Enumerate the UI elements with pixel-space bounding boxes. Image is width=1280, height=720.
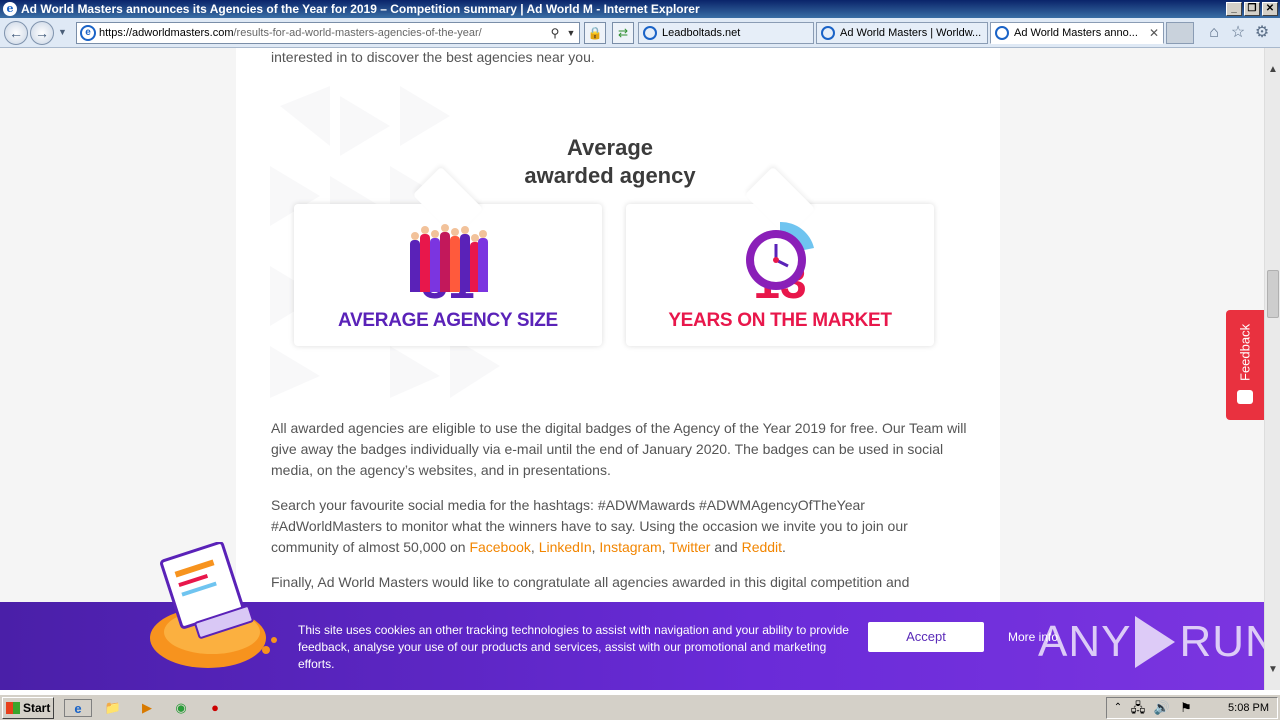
close-tab-icon[interactable]: ✕ — [1149, 26, 1159, 40]
browser-toolbar: ← → ▼ e https://adworldmasters.com/resul… — [0, 18, 1280, 48]
scroll-down-icon[interactable]: ▼ — [1265, 662, 1280, 678]
volume-icon[interactable]: 🔊 — [1153, 699, 1171, 717]
lock-icon[interactable]: 🔒 — [584, 22, 606, 44]
folder-icon[interactable]: 📁 — [104, 699, 122, 717]
restore-button[interactable]: ❐ — [1244, 2, 1260, 16]
tab-leadboltads[interactable]: Leadboltads.net — [638, 22, 814, 44]
tab-label: Leadboltads.net — [662, 27, 741, 39]
taskbar-clock[interactable]: 5:08 PM — [1228, 702, 1269, 714]
tab-ad-world-masters[interactable]: Ad World Masters | Worldw... — [816, 22, 988, 44]
address-bar[interactable]: e https://adworldmasters.com/results-for… — [76, 22, 580, 44]
url-host: https://adworldmasters.com — [99, 27, 234, 39]
heading-line-2: awarded agency — [524, 163, 696, 188]
paragraph-hashtags: Search your favourite social media for t… — [271, 495, 971, 558]
site-favicon-icon: e — [80, 25, 96, 41]
heading-line-1: Average — [566, 135, 653, 160]
paragraph-congratulations: Finally, Ad World Masters would like to … — [271, 574, 910, 590]
play-icon — [1135, 616, 1176, 668]
tab-favicon-icon — [995, 26, 1009, 40]
system-tray: ⌃ 🖧 🔊 ⚑ 5:08 PM — [1106, 697, 1278, 719]
scroll-thumb[interactable] — [1267, 270, 1279, 318]
internet-explorer-taskbar-icon[interactable]: e — [64, 699, 92, 717]
instagram-link[interactable]: Instagram — [599, 539, 661, 555]
back-button[interactable]: ← — [4, 21, 28, 45]
linkedin-link[interactable]: LinkedIn — [539, 539, 592, 555]
separator: , — [530, 539, 539, 555]
start-button[interactable]: Start — [2, 697, 54, 719]
laptop-illustration-icon — [150, 542, 277, 668]
tab-label: Ad World Masters anno... — [1014, 27, 1138, 39]
arrow-right-icon: → — [35, 25, 49, 41]
favorites-star-icon[interactable]: ☆ — [1228, 24, 1248, 42]
intro-text: interested in to discover the best agenc… — [271, 49, 595, 65]
media-player-icon[interactable]: ▶ — [138, 699, 156, 717]
tab-label: Ad World Masters | Worldw... — [840, 27, 982, 39]
dropdown-icon[interactable]: ▼ — [563, 28, 579, 38]
window-title: Ad World Masters announces its Agencies … — [21, 2, 700, 16]
separator: . — [782, 539, 786, 555]
home-icon[interactable]: ⌂ — [1204, 24, 1224, 42]
start-label: Start — [23, 701, 51, 715]
new-tab-button[interactable] — [1166, 22, 1194, 44]
arrow-left-icon: ← — [9, 25, 23, 41]
close-button[interactable]: ✕ — [1262, 2, 1278, 16]
watermark-left: ANY — [1038, 617, 1132, 666]
twitter-link[interactable]: Twitter — [669, 539, 710, 555]
settings-gear-icon[interactable]: ⚙ — [1252, 24, 1272, 42]
url-text[interactable]: https://adworldmasters.com/results-for-a… — [99, 27, 547, 39]
cookie-message: This site uses cookies an other tracking… — [298, 623, 849, 671]
opera-icon[interactable]: ● — [206, 699, 224, 717]
search-icon[interactable]: ⚲ — [547, 26, 563, 40]
stat-label: AVERAGE AGENCY SIZE — [338, 310, 558, 331]
minimize-button[interactable]: _ — [1226, 2, 1242, 16]
feedback-label: Feedback — [1237, 323, 1253, 381]
windows-logo-icon — [6, 702, 20, 714]
clock-icon — [746, 221, 814, 290]
reddit-link[interactable]: Reddit — [742, 539, 782, 555]
internet-explorer-icon: e — [3, 2, 17, 16]
feedback-chat-icon — [1237, 390, 1253, 404]
vertical-scrollbar[interactable]: ▲ ▼ — [1264, 48, 1280, 690]
history-dropdown-icon[interactable]: ▼ — [58, 27, 67, 37]
scroll-up-icon[interactable]: ▲ — [1265, 62, 1280, 78]
action-center-flag-icon[interactable]: ⚑ — [1177, 699, 1195, 717]
stat-label: YEARS ON THE MARKET — [668, 310, 892, 331]
refresh-icon[interactable]: ⇄ — [612, 22, 634, 44]
url-path: /results-for-ad-world-masters-agencies-o… — [233, 27, 482, 39]
feedback-tab[interactable]: Feedback — [1226, 310, 1264, 420]
facebook-link[interactable]: Facebook — [469, 539, 530, 555]
window-title-bar: e Ad World Masters announces its Agencie… — [0, 0, 1280, 18]
watermark-right: RUN — [1179, 617, 1264, 666]
anyrun-watermark-logo: ANY RUN — [1038, 612, 1264, 672]
chrome-icon[interactable]: ◉ — [172, 699, 190, 717]
tab-favicon-icon — [821, 26, 835, 40]
paragraph-badges: All awarded agencies are eligible to use… — [271, 420, 967, 478]
article-content: interested in to discover the best agenc… — [236, 48, 1000, 690]
forward-button[interactable]: → — [30, 21, 54, 45]
network-icon[interactable]: 🖧 — [1129, 699, 1147, 717]
tab-ad-world-masters-announces[interactable]: Ad World Masters anno... ✕ — [990, 22, 1164, 44]
accept-cookies-button[interactable]: Accept — [868, 622, 984, 652]
tab-favicon-icon — [643, 26, 657, 40]
cookie-banner: This site uses cookies an other tracking… — [0, 542, 1264, 690]
separator: and — [710, 539, 742, 555]
page-viewport: interested in to discover the best agenc… — [0, 48, 1264, 690]
infographic-heading: Average awarded agency — [500, 134, 720, 190]
team-people-icon — [408, 220, 488, 292]
show-hidden-icons-icon[interactable]: ⌃ — [1109, 699, 1127, 717]
taskbar: Start e 📁 ▶ ◉ ● ⌃ 🖧 🔊 ⚑ 5:08 PM — [0, 694, 1280, 720]
